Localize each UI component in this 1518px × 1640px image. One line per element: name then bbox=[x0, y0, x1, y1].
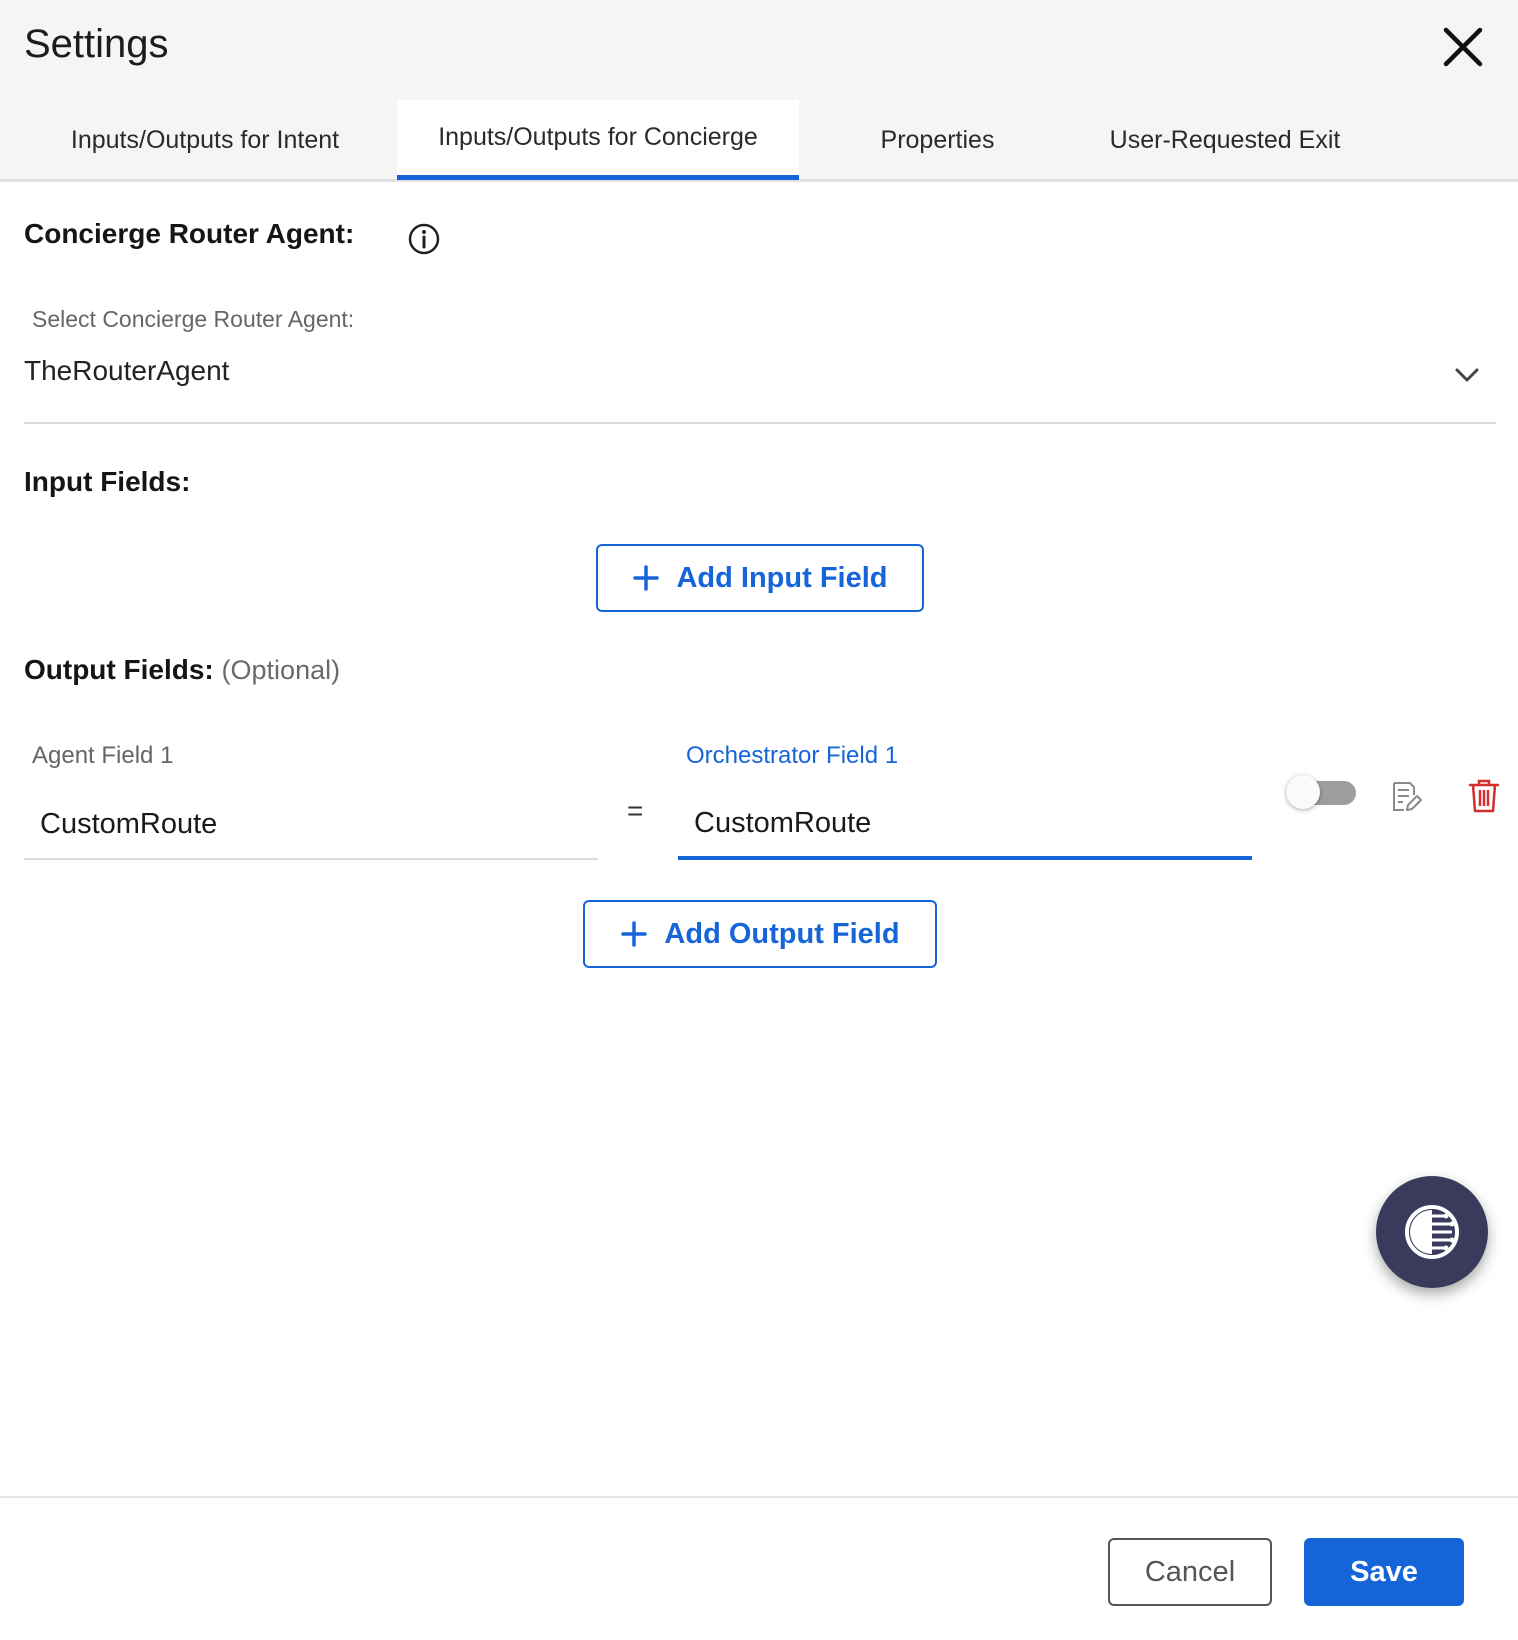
edit-icon[interactable] bbox=[1390, 780, 1422, 814]
tab-inputs-outputs-concierge[interactable]: Inputs/Outputs for Concierge bbox=[397, 100, 799, 180]
optional-label: (Optional) bbox=[221, 655, 341, 685]
assistant-button[interactable] bbox=[1376, 1176, 1488, 1288]
dialog-footer bbox=[0, 1496, 1518, 1640]
tab-label: Inputs/Outputs for Intent bbox=[70, 125, 340, 154]
plus-icon bbox=[632, 564, 660, 592]
tab-label: Properties bbox=[880, 125, 995, 154]
plus-icon bbox=[620, 920, 648, 948]
toggle-knob bbox=[1286, 775, 1320, 809]
input-fields-heading: Input Fields: bbox=[24, 466, 191, 497]
add-output-field-button[interactable]: Add Output Field bbox=[583, 900, 937, 968]
router-agent-select-value: TheRouterAgent bbox=[24, 355, 230, 386]
save-button[interactable]: Save bbox=[1304, 1538, 1464, 1606]
orchestrator-field-input[interactable] bbox=[678, 790, 1252, 860]
agent-field-input[interactable] bbox=[24, 790, 598, 860]
tab-user-requested-exit[interactable]: User-Requested Exit bbox=[1080, 100, 1370, 180]
orchestrator-field-label: Orchestrator Field 1 bbox=[686, 742, 899, 769]
add-input-field-label: Add Input Field bbox=[676, 561, 888, 594]
dialog-title: Settings bbox=[24, 22, 169, 66]
close-button[interactable] bbox=[1440, 24, 1486, 70]
equals-sign: = bbox=[627, 795, 644, 826]
add-output-field-label: Add Output Field bbox=[664, 917, 900, 950]
chevron-down-icon[interactable] bbox=[1452, 362, 1482, 388]
add-input-field-button[interactable]: Add Input Field bbox=[596, 544, 924, 612]
close-icon bbox=[1443, 27, 1483, 67]
output-field-toggle[interactable] bbox=[1286, 773, 1358, 813]
tab-properties[interactable]: Properties bbox=[840, 100, 1035, 180]
output-fields-heading-text: Output Fields: bbox=[24, 654, 214, 685]
concierge-router-heading: Concierge Router Agent: bbox=[24, 218, 355, 249]
dialog-header: Settings Inputs/Outputs for Intent Input… bbox=[0, 0, 1518, 182]
cancel-button[interactable]: Cancel bbox=[1108, 1538, 1272, 1606]
tab-label: Inputs/Outputs for Concierge bbox=[438, 123, 758, 151]
output-fields-heading: Output Fields: (Optional) bbox=[24, 654, 340, 686]
router-agent-select[interactable] bbox=[24, 340, 1496, 424]
agent-field-label: Agent Field 1 bbox=[32, 742, 174, 769]
select-router-label: Select Concierge Router Agent: bbox=[32, 306, 355, 332]
trash-icon[interactable] bbox=[1468, 778, 1500, 814]
assistant-icon bbox=[1405, 1205, 1459, 1259]
tab-inputs-outputs-intent[interactable]: Inputs/Outputs for Intent bbox=[30, 100, 380, 180]
tab-label: User-Requested Exit bbox=[1109, 125, 1341, 154]
info-icon[interactable] bbox=[407, 222, 441, 256]
